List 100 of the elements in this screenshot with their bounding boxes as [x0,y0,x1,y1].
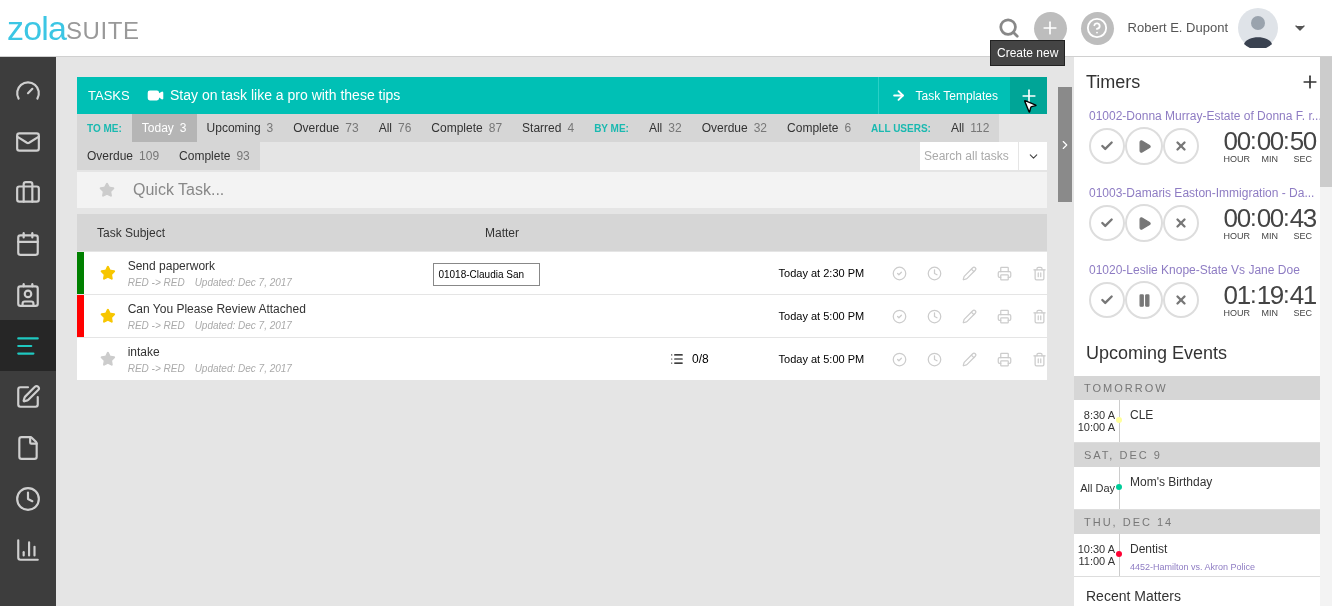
date-header: THU, DEC 14 [1074,510,1320,534]
edit-icon[interactable] [962,308,977,324]
timer-separator: : [1283,282,1290,308]
checklist-icon [670,352,685,366]
pause-icon [1136,292,1152,308]
filter-tab[interactable]: Overdue 73 [283,114,369,142]
print-icon[interactable] [997,265,1012,281]
document-icon [15,434,41,461]
timer-digits: 19 [1256,282,1283,308]
avatar[interactable] [1238,8,1278,48]
play-button[interactable] [1125,204,1163,242]
play-button[interactable] [1125,127,1163,165]
contact-card-icon [15,281,41,308]
check-icon [1100,139,1114,153]
filter-tab[interactable]: Overdue 32 [691,114,778,142]
matter-tag[interactable]: 01018-Claudia San [433,262,541,286]
date-header: SAT, DEC 9 [1074,443,1320,467]
complete-timer-button[interactable] [1089,128,1125,164]
timer-digits: 41 [1289,282,1316,308]
filter-tab[interactable]: Overdue 109 [77,142,170,170]
timer-matter-link[interactable]: 01003-Damaris Easton-Immigration - Da... [1089,184,1316,202]
event-title[interactable]: Dentist [1130,540,1256,558]
search-field[interactable]: Search all tasks [920,142,1018,170]
panel-title: Timers [1086,70,1141,94]
pause-button[interactable] [1125,281,1163,319]
delete-icon[interactable] [1032,308,1047,324]
complete-timer-button[interactable] [1089,282,1125,318]
timer-unit: SEC [1293,308,1313,318]
filter-tab[interactable]: Complete 93 [169,142,260,170]
complete-timer-button[interactable] [1089,205,1125,241]
event-title[interactable]: CLE [1130,406,1154,424]
event-title[interactable]: Mom's Birthday [1130,473,1213,491]
timer-separator: : [1250,205,1257,231]
timer-digits: 00 [1256,128,1283,154]
search-icon[interactable] [997,17,1020,39]
close-icon [1174,139,1188,153]
status-text: RED -> RED [127,275,185,290]
clock-icon[interactable] [927,265,942,281]
quick-task-input[interactable]: Quick Task... [133,178,633,202]
due-date: Today at 5:00 PM [778,351,866,367]
tooltip: Create new [990,40,1066,66]
filter-tab[interactable]: All 112 [940,114,1000,142]
task-row[interactable]: intake RED -> RED Updated: Dec 7, 2017 0/8 Today at 5:00 PM [77,338,1047,380]
clock-icon[interactable] [927,308,942,324]
updated-text: Updated: Dec 7, 2017 [194,361,292,376]
timer-digits: 50 [1289,128,1316,154]
filter-tab[interactable]: Complete 6 [777,114,862,142]
print-icon[interactable] [997,308,1012,324]
clock-icon[interactable] [927,351,942,367]
filter-tab[interactable]: Complete 87 [421,114,513,142]
edit-icon[interactable] [962,351,977,367]
filter-group-label: ALL USERS: [861,114,941,142]
task-subject[interactable]: Send paperwork [127,256,434,275]
task-subject[interactable]: intake [127,342,434,361]
create-new-button[interactable] [1010,77,1047,114]
cancel-timer-button[interactable] [1163,128,1199,164]
filter-tab[interactable]: All 76 [368,114,422,142]
complete-icon[interactable] [892,308,907,324]
star-icon[interactable] [99,182,115,198]
cursor-icon [1022,98,1038,114]
bar-chart-icon [15,536,41,563]
filter-tab[interactable]: Upcoming 3 [196,114,284,142]
check-icon [1100,216,1114,230]
cancel-timer-button[interactable] [1163,282,1199,318]
user-name[interactable]: Robert E. Dupont [1127,18,1228,38]
logo-text: zola [7,11,66,45]
filter-tab[interactable]: Starred 4 [512,114,585,142]
edit-icon[interactable] [962,265,977,281]
event-matter-link[interactable]: 4452-Hamilton vs. Akron Police [1130,561,1256,575]
column-header[interactable]: Task Subject [77,223,485,242]
complete-icon[interactable] [892,351,907,367]
updated-text: Updated: Dec 7, 2017 [194,275,292,290]
panel-toggle[interactable] [1058,87,1072,202]
date-header: TOMORROW [1074,376,1320,400]
status-text: RED -> RED [127,318,185,333]
timer-unit: HOUR [1223,308,1250,318]
close-icon [1174,216,1188,230]
delete-icon[interactable] [1032,265,1047,281]
cancel-timer-button[interactable] [1163,205,1199,241]
task-subject[interactable]: Can You Please Review Attached [127,299,434,318]
delete-icon[interactable] [1032,351,1047,367]
timer-unit: MIN [1261,308,1279,318]
star-icon[interactable] [99,308,116,324]
timer-matter-link[interactable]: 01020-Leslie Knope-State Vs Jane Doe [1089,261,1316,279]
column-header[interactable]: Matter [485,223,519,242]
edit-icon [15,383,41,410]
task-row[interactable]: Can You Please Review Attached RED -> RED Updated: Dec 7, 2017 Today at 5:00 PM [77,295,1047,337]
timer-separator: : [1283,128,1290,154]
event-time: All Day [1080,482,1115,494]
complete-icon[interactable] [892,265,907,281]
quick-task-field[interactable]: Quick Task... [77,172,1047,208]
help-button[interactable] [1080,11,1114,45]
timer-digits: 43 [1289,205,1316,231]
sidebar-item[interactable] [0,320,56,371]
print-icon[interactable] [997,351,1012,367]
updated-text: Updated: Dec 7, 2017 [194,318,292,333]
filter-tab[interactable]: All 32 [638,114,692,142]
task-row[interactable]: Send paperwork RED -> RED Updated: Dec 7, 2017 01018-Claudia San Today at 2:30 PM [77,252,1047,294]
star-icon[interactable] [99,351,116,367]
star-icon[interactable] [99,265,116,281]
